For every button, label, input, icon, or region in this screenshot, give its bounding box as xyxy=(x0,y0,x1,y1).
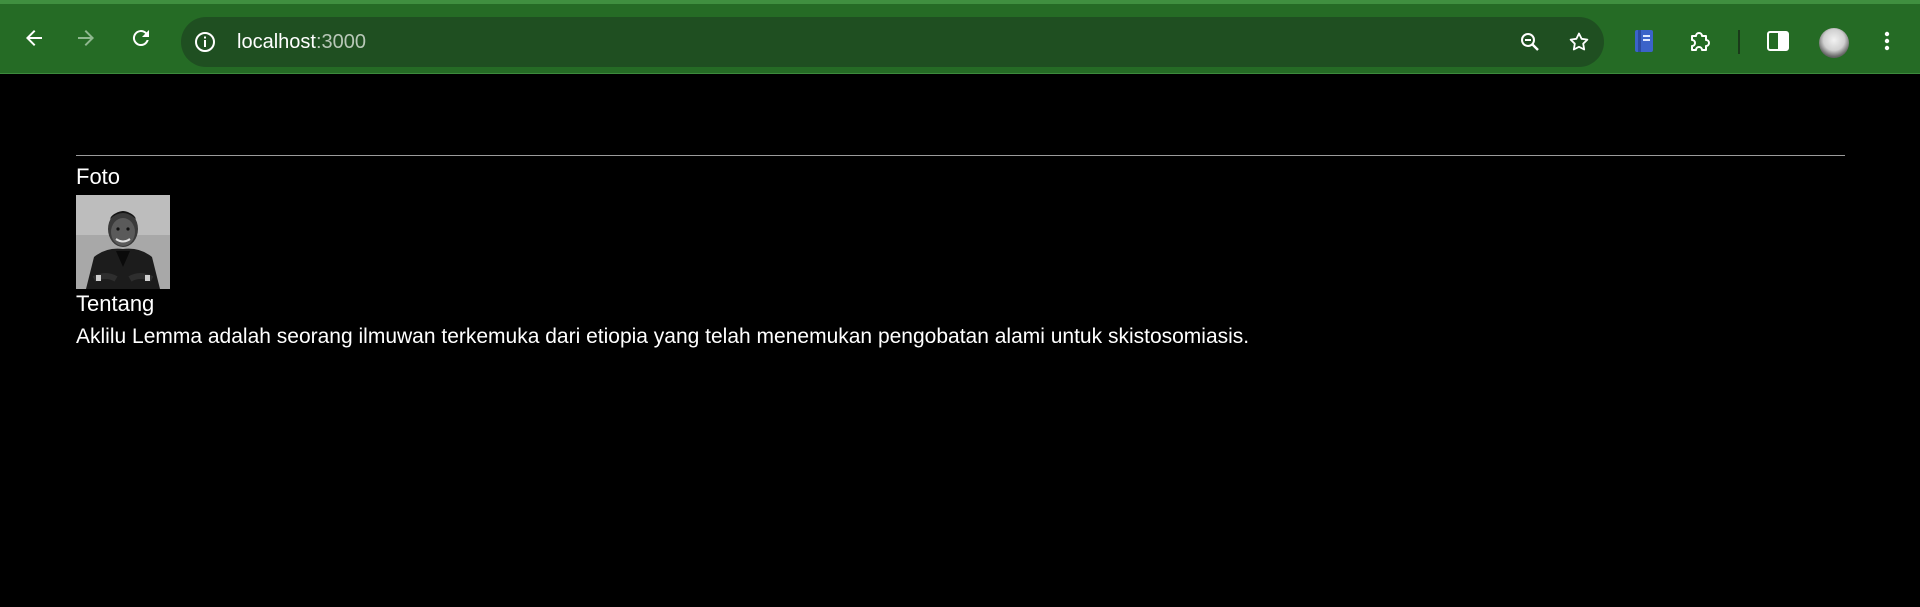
about-label: Tentang xyxy=(76,291,155,316)
site-info-icon[interactable] xyxy=(193,30,217,54)
back-arrow-icon xyxy=(26,30,42,46)
browser-toolbar: localhost:3000 xyxy=(0,0,1920,74)
about-text: Aklilu Lemma adalah seorang ilmuwan terk… xyxy=(76,325,1250,348)
forward-arrow-icon xyxy=(78,30,94,46)
extensions-puzzle-icon[interactable] xyxy=(1686,28,1712,54)
url-host: localhost xyxy=(237,31,316,53)
address-bar[interactable]: localhost:3000 xyxy=(181,17,1604,67)
more-menu-icon[interactable] xyxy=(1874,28,1900,54)
page-content: Foto Tentang Aklilu Lemma adalah seorang… xyxy=(0,74,1920,607)
toolbar-divider xyxy=(1738,30,1740,54)
photo-label: Foto xyxy=(76,164,121,189)
back-button[interactable] xyxy=(20,24,48,52)
portrait-image xyxy=(76,195,170,289)
zoom-icon[interactable] xyxy=(1518,30,1542,54)
url-port: :3000 xyxy=(315,31,366,53)
horizontal-rule xyxy=(76,155,1845,156)
reload-button[interactable] xyxy=(127,24,155,52)
bookmark-star-icon[interactable] xyxy=(1567,30,1591,54)
reading-list-extension-icon[interactable] xyxy=(1631,28,1657,54)
profile-avatar[interactable] xyxy=(1819,28,1849,58)
side-panel-icon[interactable] xyxy=(1765,28,1791,54)
url-text[interactable]: localhost:3000 xyxy=(237,29,366,55)
reload-icon xyxy=(132,30,149,47)
forward-button[interactable] xyxy=(72,24,100,52)
profile-photo xyxy=(76,195,170,289)
